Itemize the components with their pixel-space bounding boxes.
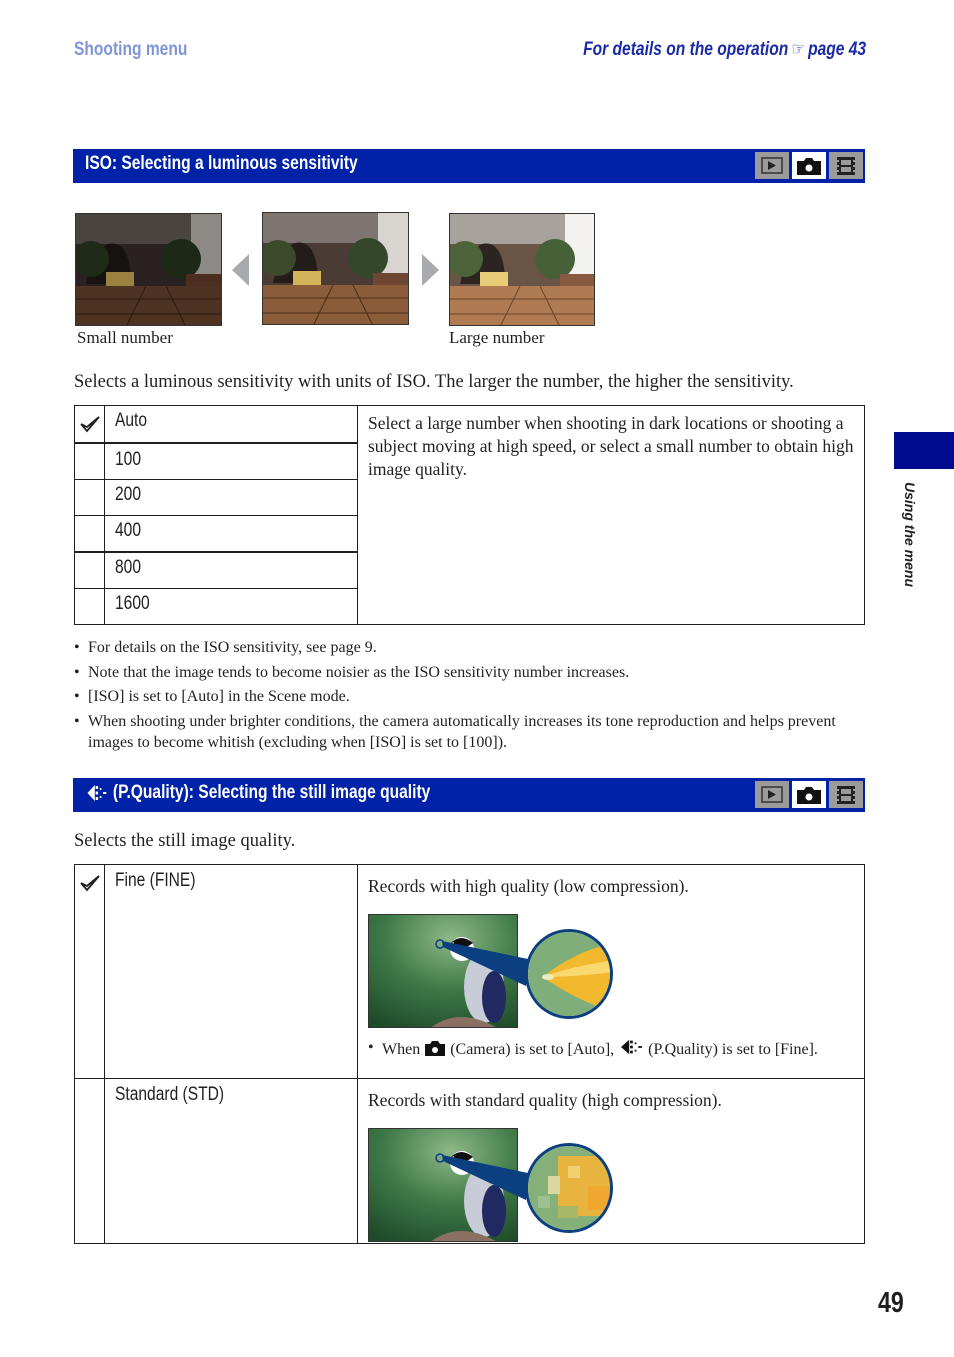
iso-section-title: ISO: Selecting a luminous sensitivity	[85, 153, 358, 174]
iso-option-label[interactable]: Auto	[104, 405, 358, 443]
picture-quality-icon	[87, 785, 107, 801]
reference-prefix: For details on the operation	[583, 39, 789, 60]
iso-option-label[interactable]: 200	[104, 479, 358, 516]
iso-description: Select a large number when shooting in d…	[357, 405, 865, 625]
iso-section-bar: ISO: Selecting a luminous sensitivity	[73, 149, 865, 183]
table-row[interactable]: Standard (STD) Records with standard qua…	[74, 1078, 865, 1244]
chapter-label: Using the menu	[902, 482, 918, 588]
iso-mid-sample-photo	[262, 212, 409, 325]
chapter-tab	[894, 432, 954, 469]
iso-high-sample-photo	[449, 213, 595, 326]
camera-mode-icon	[792, 781, 826, 808]
standard-description: Records with standard quality (high comp…	[368, 1090, 722, 1110]
increase-arrow-icon	[422, 254, 439, 286]
default-check-cell	[74, 864, 105, 1079]
fine-sample-figure	[368, 914, 628, 1029]
quality-options-table: Fine (FINE) Records with high quality (l…	[74, 864, 865, 1244]
note-item: For details on the ISO sensitivity, see …	[74, 637, 864, 658]
camera-icon	[424, 1040, 446, 1063]
iso-low-sample-photo	[75, 213, 222, 326]
note-item: Note that the image tends to become nois…	[74, 662, 864, 683]
iso-notes: For details on the ISO sensitivity, see …	[74, 637, 864, 756]
quality-section-bar: (P.Quality): Selecting the still image q…	[73, 778, 865, 812]
pointing-hand-icon: ☞	[791, 39, 805, 59]
standard-sample-figure	[368, 1128, 628, 1243]
iso-intro: Selects a luminous sensitivity with unit…	[74, 372, 794, 392]
decrease-arrow-icon	[232, 254, 249, 286]
quality-intro: Selects the still image quality.	[74, 831, 296, 851]
reference-page-link[interactable]: page 43	[808, 39, 866, 60]
picture-quality-icon	[618, 1037, 644, 1063]
standard-loupe-detail	[525, 1143, 613, 1233]
iso-option-label[interactable]: 400	[104, 515, 358, 552]
section-header: Shooting menu	[74, 39, 188, 60]
fine-loupe-detail	[525, 929, 613, 1019]
quality-option-label[interactable]: Fine (FINE)	[104, 864, 358, 1079]
note-item: [ISO] is set to [Auto] in the Scene mode…	[74, 686, 864, 707]
default-check-icon	[79, 416, 100, 433]
playback-mode-icon	[755, 152, 789, 179]
iso-option-label[interactable]: 1600	[104, 588, 358, 625]
mode-icons	[755, 152, 863, 179]
playback-mode-icon	[755, 781, 789, 808]
table-row[interactable]: Auto Select a large number when shooting…	[74, 405, 865, 625]
camera-mode-icon	[792, 152, 826, 179]
iso-option-label[interactable]: 800	[104, 550, 358, 589]
caption-small-number: Small number	[77, 328, 173, 347]
default-check-icon	[79, 875, 100, 892]
table-row[interactable]: Fine (FINE) Records with high quality (l…	[74, 864, 865, 1079]
iso-options-table: Auto Select a large number when shooting…	[74, 405, 865, 625]
note-item: When shooting under brighter conditions,…	[74, 711, 864, 753]
movie-mode-icon	[829, 152, 863, 179]
page-number: 49	[878, 1287, 904, 1319]
quality-section-title: (P.Quality): Selecting the still image q…	[112, 782, 431, 803]
fine-description: Records with high quality (low compressi…	[368, 876, 689, 896]
page-reference[interactable]: For details on the operation ☞ page 43	[583, 39, 866, 61]
quality-option-label[interactable]: Standard (STD)	[104, 1078, 358, 1244]
mode-icons	[755, 781, 863, 808]
movie-mode-icon	[829, 781, 863, 808]
default-check-cell	[74, 405, 105, 443]
caption-large-number: Large number	[449, 328, 545, 347]
iso-option-label[interactable]: 100	[104, 441, 358, 480]
fine-note: When(Camera) is set to [Auto],(P.Quality…	[368, 1037, 854, 1063]
